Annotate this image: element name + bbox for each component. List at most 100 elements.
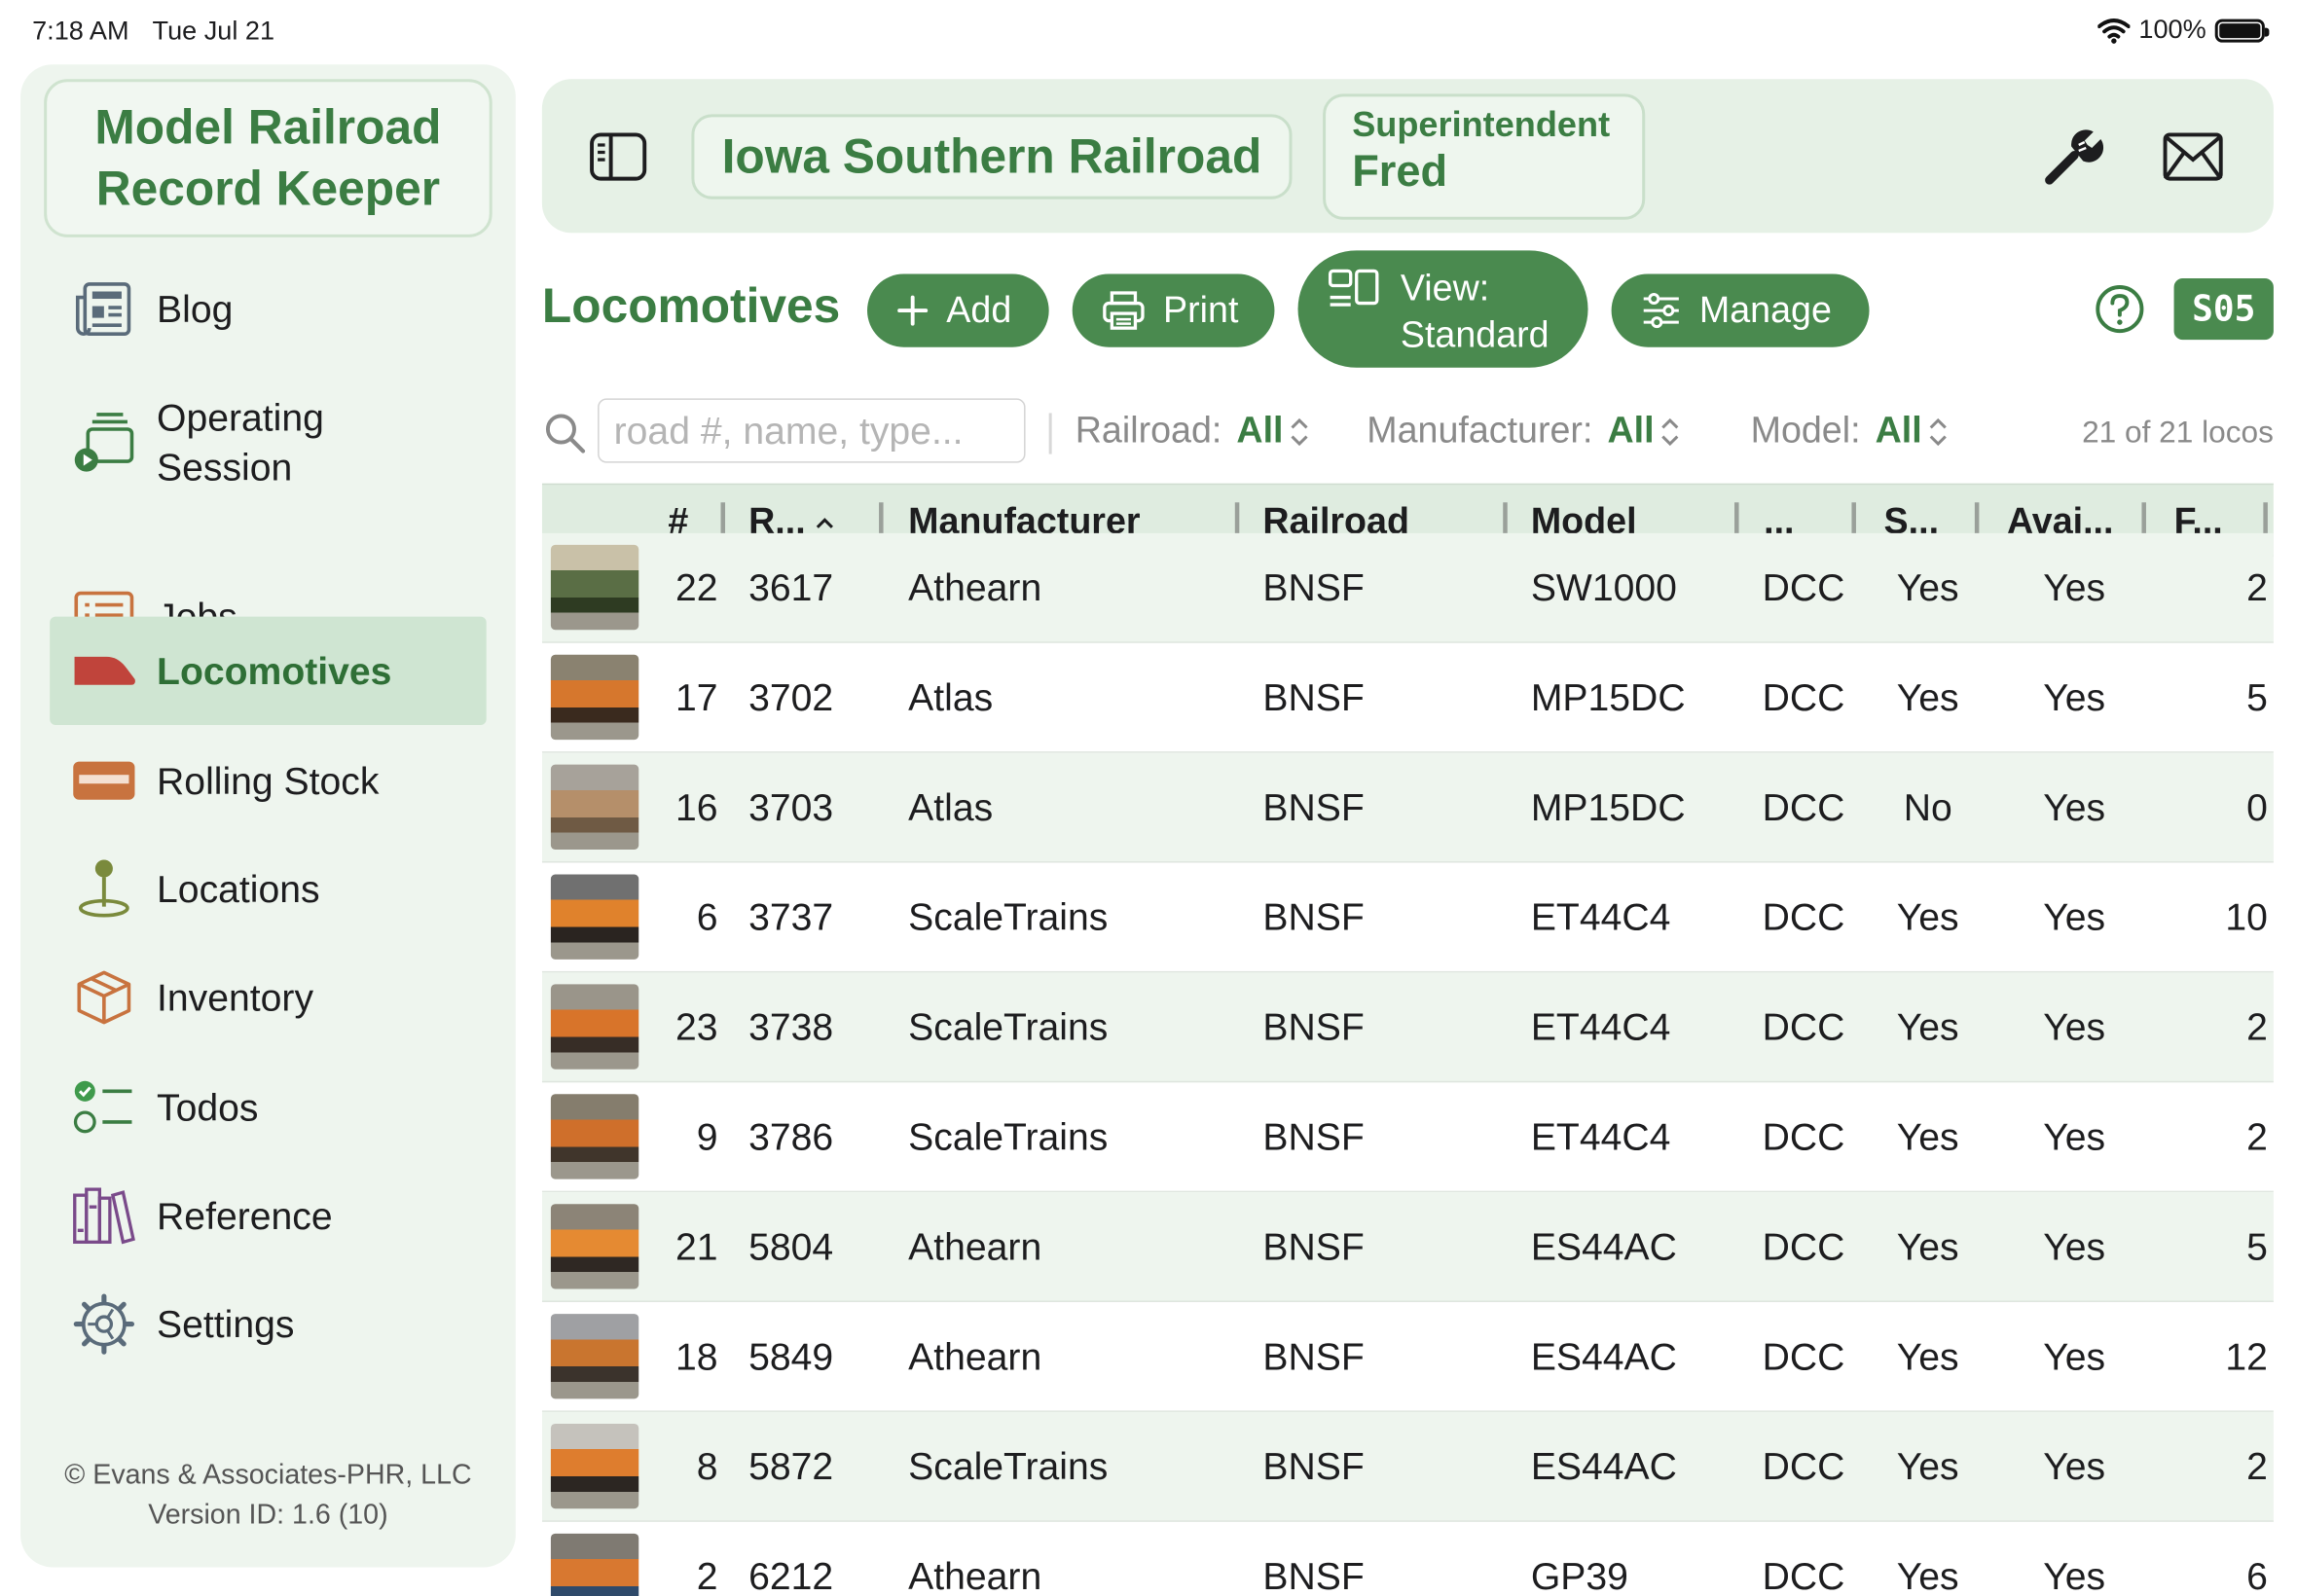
cell-available: Yes bbox=[2043, 784, 2106, 829]
cell-model: MP15DC bbox=[1530, 784, 1686, 829]
cell-f: 2 bbox=[2246, 564, 2268, 610]
sliders-icon bbox=[1643, 293, 1679, 329]
cell-available: Yes bbox=[2043, 1444, 2106, 1489]
cell-f: 2 bbox=[2246, 1114, 2268, 1159]
location-pin-icon bbox=[70, 855, 137, 923]
cell-road: 5872 bbox=[748, 1444, 834, 1489]
cell-manufacturer: ScaleTrains bbox=[908, 1444, 1109, 1489]
manage-button[interactable]: Manage bbox=[1611, 273, 1870, 347]
status-bar: 7:18 AM Tue Jul 21 100% bbox=[0, 0, 2297, 61]
model-filter-value: All bbox=[1875, 410, 1922, 452]
cell-num: 18 bbox=[675, 1334, 718, 1379]
sidebar-item-label: Rolling Stock bbox=[157, 758, 380, 803]
table-row[interactable]: 6 3737 ScaleTrains BNSF ET44C4 DCC Yes Yes 10 bbox=[541, 863, 2274, 973]
cell-available: Yes bbox=[2043, 1334, 2106, 1379]
sidebar-item-label: Todos bbox=[157, 1085, 259, 1130]
cell-sound: Yes bbox=[1896, 674, 1959, 720]
table-row[interactable]: 2 6212 Athearn BNSF GP39 DCC Yes Yes 6 bbox=[542, 1522, 2274, 1596]
cell-sound: No bbox=[1903, 784, 1952, 829]
app-title: Model Railroad Record Keeper bbox=[44, 79, 492, 237]
model-filter[interactable]: Model: All bbox=[1751, 410, 1949, 453]
railroad-filter-value: All bbox=[1236, 410, 1284, 452]
sidebar-item-locations[interactable]: Locations bbox=[50, 835, 487, 943]
sidebar-item-inventory[interactable]: Inventory bbox=[50, 943, 487, 1051]
sidebar-item-label: Reference bbox=[157, 1193, 333, 1238]
cell-manufacturer: Athearn bbox=[908, 1334, 1042, 1379]
cell-model: GP39 bbox=[1530, 1553, 1628, 1596]
result-count: 21 of 21 locos bbox=[2082, 416, 2274, 451]
cell-control: DCC bbox=[1762, 1334, 1845, 1379]
table-row[interactable]: 18 5849 Athearn BNSF ES44AC DCC Yes Yes 12 bbox=[541, 1302, 2274, 1412]
railroad-selector[interactable]: Iowa Southern Railroad bbox=[691, 114, 1293, 200]
checklist-icon bbox=[70, 1073, 137, 1141]
cell-manufacturer: ScaleTrains bbox=[908, 1004, 1109, 1049]
sidebar-item-label: Locations bbox=[157, 867, 320, 912]
plus-icon bbox=[897, 295, 929, 326]
locomotive-photo bbox=[550, 1094, 639, 1179]
chevron-updown-icon bbox=[1661, 417, 1679, 446]
sidebar-item-reference[interactable]: Reference bbox=[50, 1162, 487, 1270]
cell-control: DCC bbox=[1762, 1553, 1845, 1596]
cell-model: SW1000 bbox=[1530, 564, 1677, 610]
wrench-icon[interactable] bbox=[2042, 126, 2104, 187]
mail-icon[interactable] bbox=[2163, 131, 2224, 181]
cell-road: 3702 bbox=[748, 674, 834, 720]
cell-available: Yes bbox=[2043, 1004, 2106, 1049]
cell-sound: Yes bbox=[1896, 1334, 1959, 1379]
cell-control: DCC bbox=[1762, 674, 1845, 720]
cell-model: MP15DC bbox=[1530, 674, 1686, 720]
view-mode-label: View: Standard bbox=[1400, 268, 1550, 356]
sidebar-item-label: Settings bbox=[157, 1302, 295, 1347]
cell-f: 12 bbox=[2225, 1334, 2268, 1379]
cell-sound: Yes bbox=[1896, 1444, 1959, 1489]
cell-railroad: BNSF bbox=[1262, 1224, 1365, 1269]
cell-sound: Yes bbox=[1896, 1114, 1959, 1159]
railroad-filter[interactable]: Railroad: All bbox=[1076, 410, 1310, 453]
cell-road: 5849 bbox=[748, 1334, 834, 1379]
sidebar-item-operating-session[interactable]: Operating Session bbox=[50, 375, 487, 509]
battery-icon bbox=[2214, 18, 2270, 42]
locomotive-photo bbox=[550, 544, 639, 631]
search-input[interactable] bbox=[598, 398, 1026, 463]
sidebar-item-settings[interactable]: Settings bbox=[50, 1270, 487, 1378]
table-row[interactable]: 23 3738 ScaleTrains BNSF ET44C4 DCC Yes Yes 2 bbox=[541, 972, 2274, 1083]
cell-railroad: BNSF bbox=[1262, 1444, 1365, 1489]
table-row[interactable]: 9 3786 ScaleTrains BNSF ET44C4 DCC Yes Yes 2 bbox=[541, 1082, 2274, 1193]
cell-available: Yes bbox=[2043, 1553, 2106, 1596]
help-icon[interactable] bbox=[2095, 284, 2144, 334]
cell-manufacturer: Athearn bbox=[908, 1553, 1042, 1596]
printer-icon bbox=[1103, 291, 1145, 330]
add-button[interactable]: Add bbox=[867, 273, 1049, 347]
sidebar-item-todos[interactable]: Todos bbox=[50, 1053, 487, 1161]
table-row[interactable]: 16 3703 Atlas BNSF MP15DC DCC No Yes 0 bbox=[541, 752, 2274, 863]
cell-num: 23 bbox=[675, 1004, 718, 1049]
locomotive-photo bbox=[550, 984, 639, 1070]
copyright: © Evans & Associates-PHR, LLC Version ID… bbox=[20, 1456, 516, 1535]
cell-available: Yes bbox=[2043, 894, 2106, 939]
manufacturer-filter[interactable]: Manufacturer: All bbox=[1367, 410, 1680, 453]
cell-num: 2 bbox=[696, 1553, 718, 1596]
locomotive-photo bbox=[550, 874, 639, 960]
cell-railroad: BNSF bbox=[1262, 674, 1365, 720]
table-row[interactable]: 17 3702 Atlas BNSF MP15DC DCC Yes Yes 5 bbox=[541, 643, 2274, 753]
sidebar-toggle-icon[interactable] bbox=[589, 131, 647, 181]
box-icon bbox=[70, 963, 137, 1031]
cell-available: Yes bbox=[2043, 1114, 2106, 1159]
books-icon bbox=[70, 1182, 137, 1250]
table-row[interactable]: 21 5804 Athearn BNSF ES44AC DCC Yes Yes 5 bbox=[541, 1192, 2274, 1303]
sidebar-item-blog[interactable]: Blog bbox=[50, 255, 487, 363]
session-badge[interactable]: S05 bbox=[2173, 277, 2274, 341]
table-row[interactable]: 8 5872 ScaleTrains BNSF ES44AC DCC Yes Yes 2 bbox=[541, 1411, 2274, 1522]
sidebar-item-rolling-stock[interactable]: Rolling Stock bbox=[50, 727, 487, 835]
view-mode-button[interactable]: View: Standard bbox=[1297, 250, 1588, 368]
print-label: Print bbox=[1163, 289, 1239, 331]
cell-control: DCC bbox=[1762, 1444, 1845, 1489]
sidebar-item-locomotives[interactable]: Locomotives bbox=[50, 616, 487, 726]
locomotive-photo bbox=[550, 1533, 639, 1596]
user-selector[interactable]: Superintendent Fred bbox=[1323, 93, 1646, 220]
print-button[interactable]: Print bbox=[1072, 273, 1275, 347]
cell-control: DCC bbox=[1762, 1114, 1845, 1159]
table-row[interactable]: 22 3617 Athearn BNSF SW1000 DCC Yes Yes 2 bbox=[541, 532, 2274, 643]
chevron-updown-icon bbox=[1291, 417, 1308, 446]
sidebar-item-label: Inventory bbox=[157, 975, 314, 1020]
